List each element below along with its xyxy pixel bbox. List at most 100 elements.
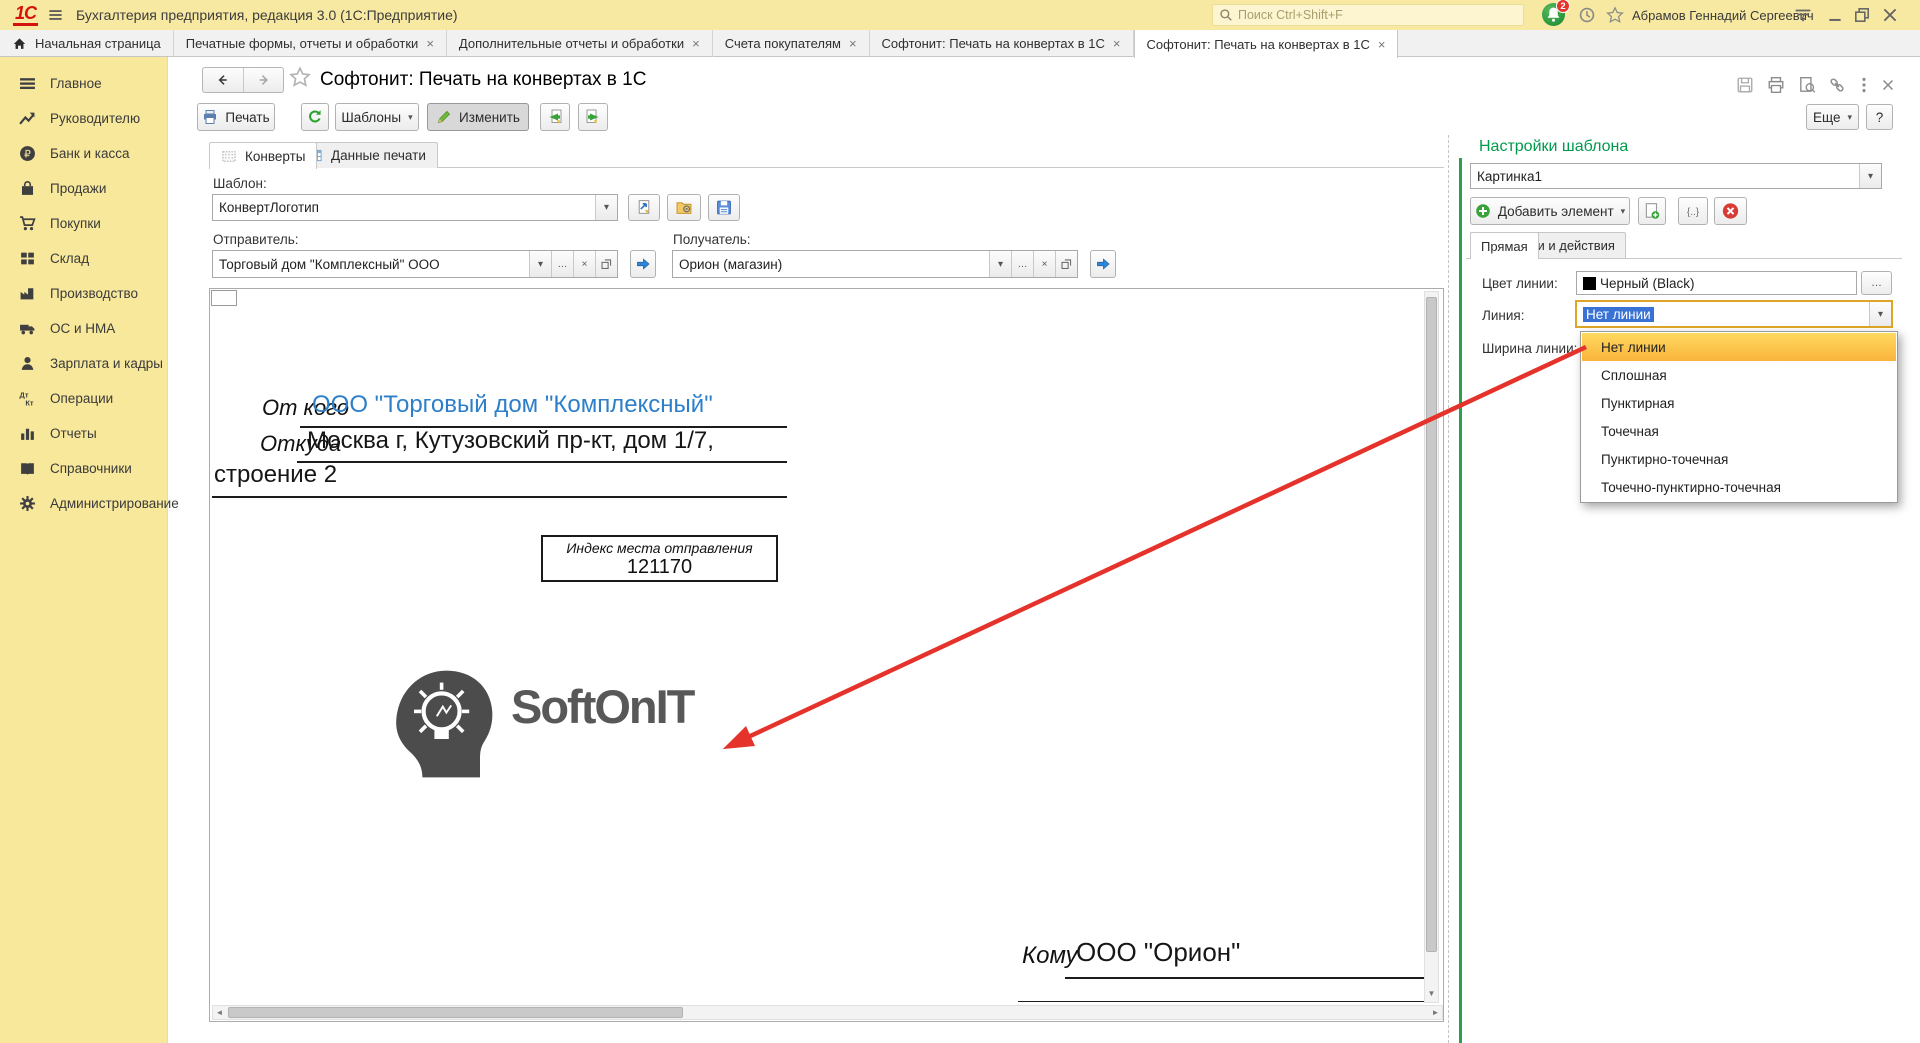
dropdown-option[interactable]: Пунктирная: [1582, 389, 1896, 417]
expression-button[interactable]: {..}: [1678, 197, 1708, 225]
save-icon[interactable]: [1736, 76, 1754, 94]
sidebar-item[interactable]: Производство: [0, 276, 167, 311]
tab-close-icon[interactable]: ×: [1113, 37, 1121, 50]
line-color-field[interactable]: Черный (Black): [1576, 271, 1857, 295]
panel-splitter[interactable]: [1448, 135, 1449, 1043]
minimize-icon[interactable]: [1826, 6, 1844, 24]
history-icon[interactable]: [1578, 6, 1596, 24]
favorites-icon[interactable]: [1606, 6, 1624, 24]
form-tab[interactable]: Конверты: [209, 142, 317, 169]
sidebar-item[interactable]: Зарплата и кадры: [0, 346, 167, 381]
restore-icon[interactable]: [1853, 6, 1871, 24]
recipient-field[interactable]: Орион (магазин) ▾ … ×: [672, 250, 1078, 278]
more-actions-icon[interactable]: [1859, 76, 1869, 94]
scrollbar-thumb[interactable]: [1426, 297, 1437, 952]
get-link-icon[interactable]: [1828, 76, 1846, 94]
recipient-clear-icon[interactable]: ×: [1033, 251, 1055, 277]
sidebar-item[interactable]: Покупки: [0, 206, 167, 241]
template-settings-button[interactable]: [667, 194, 701, 221]
sender-open-icon[interactable]: [595, 251, 617, 277]
tab[interactable]: Печатные формы, отчеты и обработки ×: [174, 30, 447, 57]
line-style-dropdown-icon[interactable]: ▾: [1869, 302, 1891, 326]
element-field[interactable]: Картинка1 ▾: [1470, 163, 1882, 189]
dropdown-option[interactable]: Сплошная: [1582, 361, 1896, 389]
print-button[interactable]: Печать: [197, 103, 275, 131]
element-selection-box[interactable]: [211, 290, 237, 306]
load-template-button[interactable]: [540, 103, 570, 131]
sender-choose-icon[interactable]: …: [551, 251, 573, 277]
more-button[interactable]: Еще ▾: [1806, 104, 1859, 130]
forward-button[interactable]: [244, 68, 284, 92]
softonit-logo-head-icon: [378, 661, 510, 781]
template-dropdown-icon[interactable]: ▾: [595, 195, 617, 220]
dropdown-option[interactable]: Нет линии: [1582, 333, 1896, 361]
scroll-right-icon[interactable]: ►: [1429, 1006, 1442, 1019]
settings-lines-icon[interactable]: [1794, 6, 1812, 24]
envelope-preview[interactable]: От кого ООО "Торговый дом "Комплексный" …: [209, 288, 1444, 1022]
refresh-button[interactable]: [301, 103, 329, 131]
sidebar-item[interactable]: Продажи: [0, 171, 167, 206]
export-template-button[interactable]: [578, 103, 608, 131]
add-element-button[interactable]: Добавить элемент ▾: [1470, 197, 1630, 225]
tab[interactable]: Дополнительные отчеты и обработки ×: [447, 30, 713, 57]
recipient-choose-icon[interactable]: …: [1011, 251, 1033, 277]
recipient-dropdown-icon[interactable]: ▾: [989, 251, 1011, 277]
sidebar-item[interactable]: Администрирование: [0, 486, 167, 521]
sidebar-item[interactable]: Склад: [0, 241, 167, 276]
sidebar-item[interactable]: ₽ Банк и касса: [0, 136, 167, 171]
vertical-scrollbar[interactable]: ▼: [1424, 291, 1439, 1003]
horizontal-scrollbar[interactable]: ◄ ►: [212, 1005, 1443, 1020]
sender-clear-icon[interactable]: ×: [573, 251, 595, 277]
tab[interactable]: Счета покупателям ×: [713, 30, 870, 57]
scroll-left-icon[interactable]: ◄: [213, 1006, 226, 1019]
close-form-icon[interactable]: [1880, 76, 1896, 94]
notifications-button[interactable]: 2: [1542, 3, 1565, 26]
tab[interactable]: Софтонит: Печать на конвертах в 1С ×: [1134, 30, 1399, 58]
tab[interactable]: Софтонит: Печать на конвертах в 1С ×: [870, 30, 1134, 57]
user-name[interactable]: Абрамов Геннадий Сергеевич: [1632, 8, 1814, 23]
color-swatch: [1583, 277, 1596, 290]
template-open-button[interactable]: [628, 194, 660, 221]
sender-apply-button[interactable]: [630, 250, 656, 278]
help-button[interactable]: ?: [1866, 104, 1893, 130]
line-style-field[interactable]: Нет линии ▾: [1575, 300, 1893, 328]
sidebar-item[interactable]: Главное: [0, 66, 167, 101]
scroll-down-icon[interactable]: ▼: [1425, 986, 1438, 1000]
print-preview-icon[interactable]: [1798, 76, 1816, 94]
delete-element-button[interactable]: [1714, 197, 1747, 225]
copy-element-button[interactable]: [1638, 197, 1666, 225]
recipient-open-icon[interactable]: [1055, 251, 1077, 277]
dropdown-option[interactable]: Точечно-пунктирно-точечная: [1582, 473, 1896, 501]
line-color-choose-button[interactable]: …: [1861, 271, 1892, 295]
tab-close-icon[interactable]: ×: [426, 37, 434, 50]
tab-close-icon[interactable]: ×: [849, 37, 857, 50]
element-dropdown-icon[interactable]: ▾: [1859, 164, 1881, 188]
print-icon[interactable]: [1767, 76, 1785, 94]
search-input[interactable]: Поиск Ctrl+Shift+F: [1212, 4, 1524, 26]
tab-close-icon[interactable]: ×: [692, 37, 700, 50]
pencil-icon: [436, 109, 452, 125]
edit-button[interactable]: Изменить: [427, 103, 529, 131]
scrollbar-thumb[interactable]: [228, 1007, 683, 1018]
sidebar-item[interactable]: ДтКт Операции: [0, 381, 167, 416]
sidebar-item[interactable]: ОС и НМА: [0, 311, 167, 346]
sidebar-item[interactable]: Отчеты: [0, 416, 167, 451]
dropdown-option[interactable]: Пунктирно-точечная: [1582, 445, 1896, 473]
factory-icon: [19, 285, 36, 302]
templates-button[interactable]: Шаблоны ▾: [335, 103, 419, 131]
tab-home[interactable]: Начальная страница: [0, 30, 174, 57]
sidebar-item[interactable]: Справочники: [0, 451, 167, 486]
template-field[interactable]: КонвертЛоготип ▾: [212, 194, 618, 221]
template-save-button[interactable]: [708, 194, 740, 221]
favorite-star-icon[interactable]: [289, 66, 311, 88]
sender-dropdown-icon[interactable]: ▾: [529, 251, 551, 277]
sender-field[interactable]: Торговый дом "Комплексный" ООО ▾ … ×: [212, 250, 618, 278]
back-button[interactable]: [203, 68, 244, 92]
sidebar-item[interactable]: Руководителю: [0, 101, 167, 136]
main-menu-icon[interactable]: [47, 8, 64, 22]
recipient-apply-button[interactable]: [1090, 250, 1116, 278]
tab-close-icon[interactable]: ×: [1378, 38, 1386, 51]
dropdown-option[interactable]: Точечная: [1582, 417, 1896, 445]
panel-tab[interactable]: Прямая: [1470, 232, 1539, 259]
window-close-icon[interactable]: [1881, 6, 1899, 24]
